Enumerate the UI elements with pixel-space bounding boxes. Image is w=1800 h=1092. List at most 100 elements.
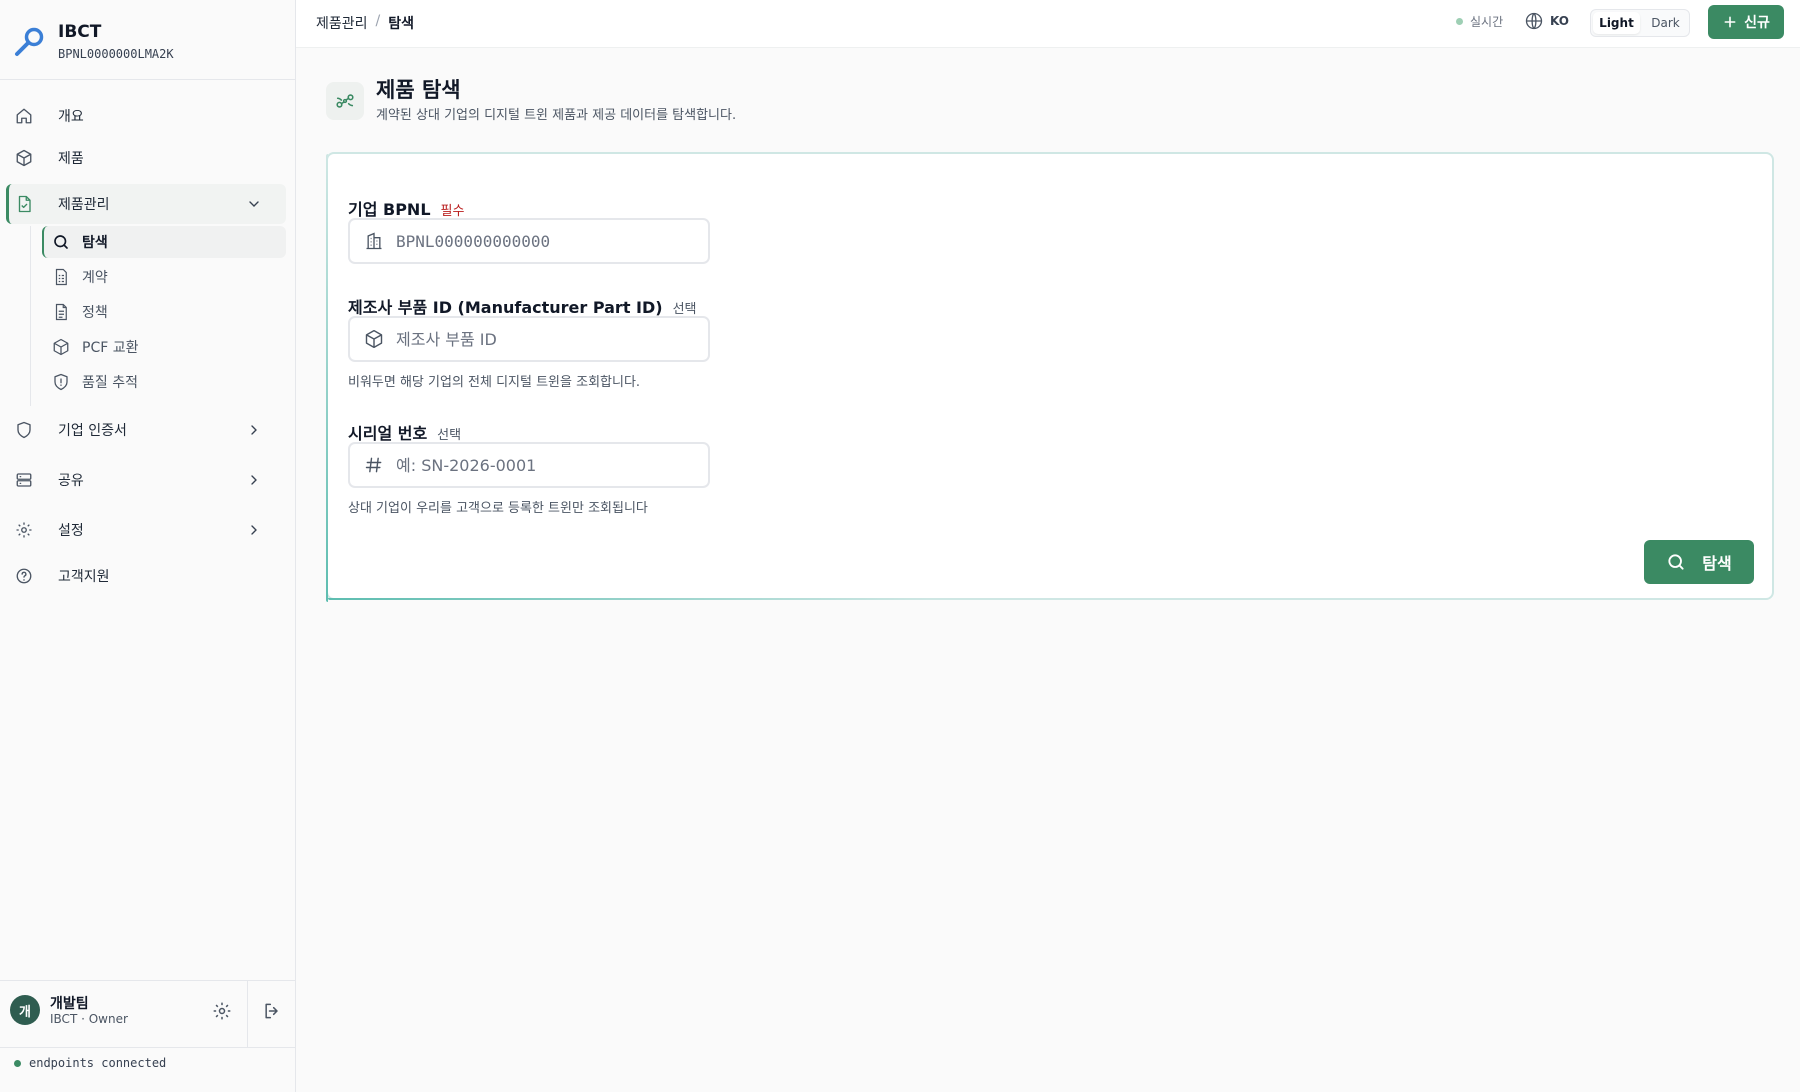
subnav-item-policies[interactable]: 정책	[42, 296, 286, 328]
sidebar-item-settings[interactable]: 설정	[6, 510, 286, 550]
brand-logo-icon	[15, 27, 44, 56]
hash-icon	[364, 455, 384, 475]
plus-icon	[1724, 16, 1736, 28]
theme-toggle: Light Dark	[1590, 9, 1690, 37]
subnav-item-label: 탐색	[82, 235, 108, 251]
topbar: 제품관리 / 탐색 실시간 KO Light Dark 신규	[296, 0, 1800, 48]
bpnl-label-text: 기업 BPNL	[348, 200, 431, 219]
subnav-item-label: PCF 교환	[82, 340, 139, 356]
sidebar-item-label: 고객지원	[58, 569, 110, 585]
new-button[interactable]: 신규	[1708, 5, 1784, 39]
breadcrumb-separator: /	[375, 13, 381, 29]
card-accent-left	[326, 154, 328, 602]
theme-light-button[interactable]: Light	[1593, 12, 1640, 34]
file-check-icon	[15, 195, 33, 213]
brand-bpnl: BPNL0000000LMA2K	[58, 47, 174, 61]
serial-field	[348, 442, 710, 488]
optional-badge: 선택	[672, 302, 697, 317]
chevron-down-icon	[249, 201, 259, 207]
subnav-divider	[30, 226, 31, 406]
part-id-help: 비워두면 해당 기업의 전체 디지털 트윈을 조회합니다.	[348, 375, 641, 390]
sidebar-item-certificates[interactable]: 기업 인증서	[6, 410, 286, 450]
theme-dark-button[interactable]: Dark	[1642, 10, 1689, 36]
subnav-item-label: 품질 추적	[82, 375, 138, 391]
status-dot	[14, 1059, 21, 1067]
subnav-item-contracts[interactable]: 계약	[42, 261, 286, 293]
sidebar-item-products[interactable]: 제품	[6, 138, 286, 178]
card-accent-bottom	[328, 598, 928, 600]
shield-icon	[15, 421, 33, 439]
search-button-label: 탐색	[1702, 554, 1732, 573]
sidebar-item-sharing[interactable]: 공유	[6, 460, 286, 500]
sidebar-item-label: 공유	[58, 473, 84, 489]
brand-header: IBCT BPNL0000000LMA2K	[0, 0, 296, 80]
breadcrumb-parent[interactable]: 제품관리	[316, 13, 368, 33]
cube-icon	[15, 149, 33, 167]
live-indicator: 실시간	[1456, 13, 1503, 30]
page-title: 제품 탐색	[376, 78, 461, 102]
bpnl-label: 기업 BPNL 필수	[348, 196, 464, 220]
main-content: 제품 탐색 계약된 상대 기업의 디지털 트윈 제품과 제공 데이터를 탐색합니…	[296, 48, 1800, 1092]
search-icon	[1668, 554, 1684, 570]
serial-label: 시리얼 번호 선택	[348, 420, 461, 444]
sidebar-item-label: 제품	[58, 151, 84, 167]
part-id-label-text: 제조사 부품 ID (Manufacturer Part ID)	[348, 298, 663, 317]
user-panel: 개 개발팀 IBCT · Owner	[0, 980, 296, 1048]
brand-name: IBCT	[58, 22, 102, 42]
sidebar-item-label: 제품관리	[58, 197, 110, 213]
serial-label-text: 시리얼 번호	[348, 424, 428, 443]
sidebar-item-label: 기업 인증서	[58, 423, 127, 439]
connection-status-text: endpoints connected	[29, 1056, 167, 1070]
bpnl-input[interactable]	[396, 231, 696, 251]
sidebar: IBCT BPNL0000000LMA2K 개요 제품 제품관리 탐색 계약 정…	[0, 0, 296, 1092]
building-icon	[364, 231, 384, 251]
home-icon	[15, 107, 33, 125]
subnav-item-pcf-exchange[interactable]: PCF 교환	[42, 331, 286, 363]
serial-input[interactable]	[396, 455, 696, 475]
chevron-right-icon	[251, 525, 257, 535]
gear-icon[interactable]	[212, 1001, 232, 1021]
sidebar-item-product-management[interactable]: 제품관리	[6, 184, 286, 224]
logout-icon[interactable]	[262, 1001, 282, 1021]
sidebar-item-label: 개요	[58, 109, 84, 125]
subnav-item-label: 계약	[82, 270, 108, 286]
search-button[interactable]: 탐색	[1644, 540, 1754, 584]
cube-icon	[52, 338, 70, 356]
breadcrumb-current: 탐색	[388, 16, 415, 32]
new-button-label: 신규	[1744, 15, 1770, 31]
part-id-label: 제조사 부품 ID (Manufacturer Part ID) 선택	[348, 294, 697, 318]
subnav-item-label: 정책	[82, 305, 108, 321]
sidebar-item-label: 설정	[58, 523, 84, 539]
globe-icon	[1525, 12, 1543, 30]
live-label: 실시간	[1470, 15, 1504, 29]
live-dot	[1456, 18, 1463, 25]
sidebar-item-support[interactable]: 고객지원	[6, 556, 286, 596]
connection-status: endpoints connected	[14, 1056, 166, 1070]
chevron-right-icon	[251, 475, 257, 485]
cube-icon	[364, 329, 384, 349]
avatar[interactable]: 개	[10, 995, 40, 1025]
serial-help: 상대 기업이 우리를 고객으로 등록한 트윈만 조회됩니다	[348, 501, 648, 516]
required-badge: 필수	[440, 204, 465, 219]
discover-icon	[326, 82, 364, 120]
document-icon	[52, 303, 70, 321]
discover-form-card: 기업 BPNL 필수 제조사 부품 ID (Manufacturer Part …	[326, 152, 1774, 602]
language-label: KO	[1550, 14, 1569, 28]
chevron-right-icon	[251, 425, 257, 435]
help-icon	[15, 567, 33, 585]
subnav-item-quality-tracking[interactable]: 품질 추적	[42, 366, 286, 398]
contract-icon	[52, 268, 70, 286]
breadcrumb: 제품관리 / 탐색	[316, 13, 414, 33]
server-icon	[15, 471, 33, 489]
shield-alert-icon	[52, 373, 70, 391]
bpnl-field	[348, 218, 710, 264]
part-id-input[interactable]	[396, 329, 696, 349]
user-role: IBCT · Owner	[50, 1012, 128, 1026]
subnav-item-discover[interactable]: 탐색	[42, 226, 286, 258]
user-name: 개발팀	[50, 996, 89, 1012]
search-icon	[52, 233, 70, 251]
gear-icon	[15, 521, 33, 539]
language-switcher[interactable]: KO	[1524, 11, 1569, 31]
page-subtitle: 계약된 상대 기업의 디지털 트윈 제품과 제공 데이터를 탐색합니다.	[376, 108, 737, 123]
sidebar-item-overview[interactable]: 개요	[6, 96, 286, 136]
